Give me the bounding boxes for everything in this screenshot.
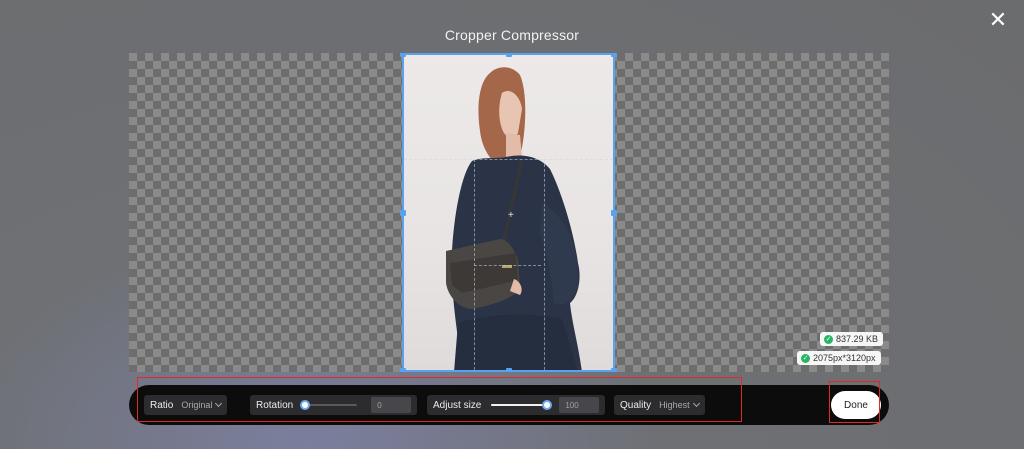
toolbar: Ratio Original Rotation Adjust size Qual… (129, 385, 889, 425)
ratio-group: Ratio Original (144, 395, 228, 415)
rotation-label: Rotation (256, 399, 294, 411)
crop-grid-line (544, 159, 545, 370)
ratio-label: Ratio (150, 399, 174, 411)
chevron-down-icon (215, 399, 223, 408)
crop-handle-bottom[interactable] (506, 368, 512, 372)
dialog-title: Cropper Compressor (444, 27, 580, 43)
image-canvas: + ✓ 837.29 KB ✓ 2075px*3120px (129, 53, 889, 372)
crop-handle-left[interactable] (400, 210, 406, 216)
crop-handle-bottom-right[interactable] (611, 368, 617, 372)
close-icon[interactable]: ✕ (986, 8, 1010, 32)
done-button[interactable]: Done (831, 391, 881, 419)
crop-center-icon: + (508, 210, 514, 221)
check-circle-icon: ✓ (801, 353, 810, 363)
file-size-badge: ✓ 837.29 KB (820, 332, 884, 346)
crop-frame[interactable]: + (400, 53, 617, 372)
adjust-size-label: Adjust size (433, 399, 482, 411)
rotation-slider[interactable] (300, 399, 358, 411)
quality-select[interactable]: Highest (659, 399, 700, 410)
crop-grid-line (474, 265, 541, 266)
file-size-text: 837.29 KB (836, 334, 879, 344)
dimensions-text: 2075px*3120px (813, 353, 876, 363)
adjust-size-group: Adjust size (427, 395, 606, 415)
crop-handle-top-left[interactable] (400, 53, 406, 57)
check-circle-icon: ✓ (824, 334, 833, 344)
chevron-down-icon (692, 399, 700, 408)
adjust-size-input[interactable] (559, 397, 600, 413)
crop-handle-bottom-left[interactable] (400, 368, 406, 372)
rotation-group: Rotation (250, 395, 418, 415)
crop-handle-right[interactable] (611, 210, 617, 216)
adjust-size-slider[interactable] (491, 399, 553, 411)
dimensions-badge: ✓ 2075px*3120px (797, 351, 881, 365)
quality-group: Quality Highest (614, 395, 705, 415)
quality-value: Highest (659, 400, 690, 410)
crop-handle-top[interactable] (506, 53, 512, 57)
ratio-select[interactable]: Original (181, 399, 223, 410)
crop-grid-line (404, 159, 613, 160)
ratio-value: Original (181, 400, 213, 410)
crop-handle-top-right[interactable] (611, 53, 617, 57)
rotation-input[interactable] (371, 397, 412, 413)
adjust-size-slider-thumb[interactable] (542, 400, 553, 410)
quality-label: Quality (620, 399, 652, 411)
slider-fill (491, 404, 548, 406)
rotation-slider-thumb[interactable] (300, 400, 311, 410)
